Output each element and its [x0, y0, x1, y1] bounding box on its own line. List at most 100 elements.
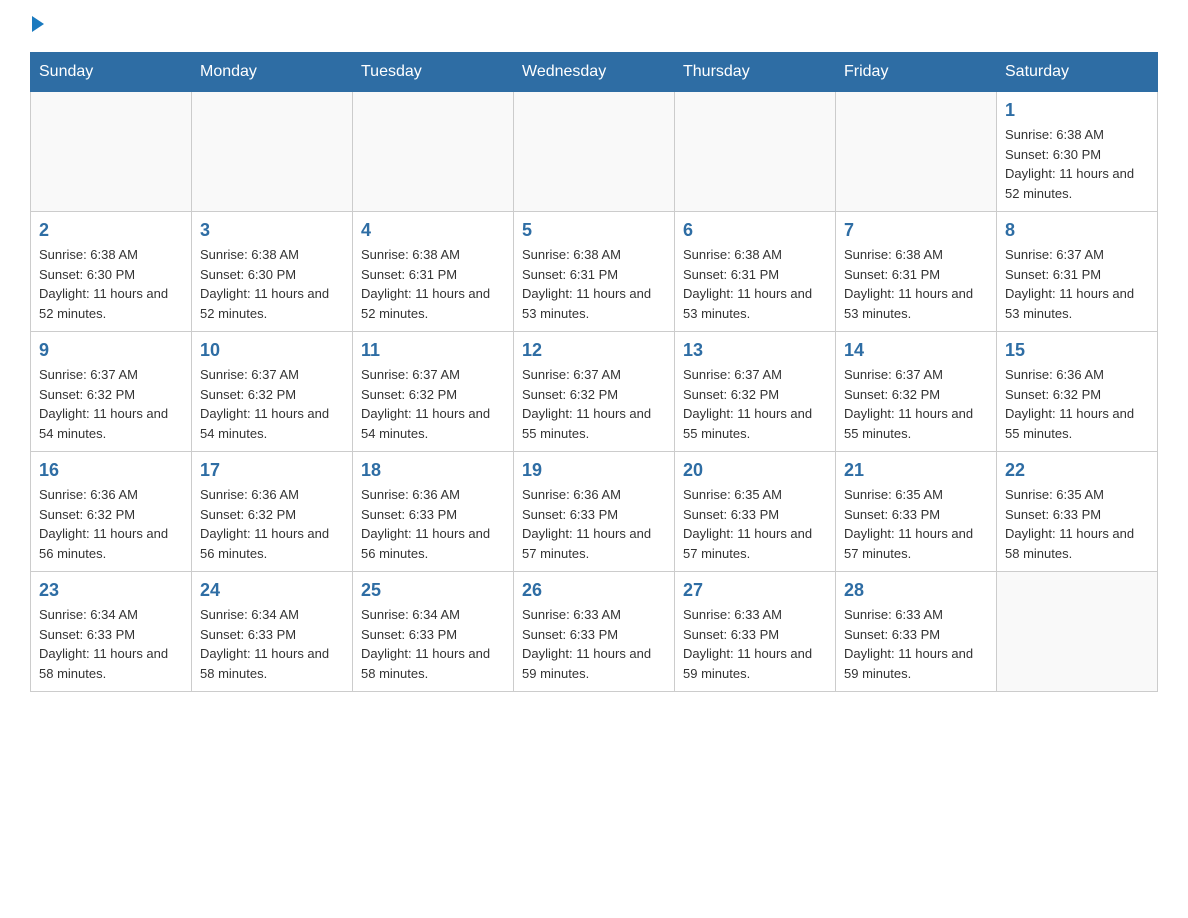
calendar-day-cell: 27Sunrise: 6:33 AM Sunset: 6:33 PM Dayli… [675, 572, 836, 692]
day-of-week-header: Thursday [675, 53, 836, 92]
day-info: Sunrise: 6:37 AM Sunset: 6:32 PM Dayligh… [844, 365, 988, 443]
day-number: 15 [1005, 340, 1149, 361]
day-info: Sunrise: 6:36 AM Sunset: 6:33 PM Dayligh… [361, 485, 505, 563]
calendar-day-cell [675, 92, 836, 212]
calendar-day-cell: 18 Sunrise: 6:36 AM Sunset: 6:33 PM Dayli… [353, 452, 514, 572]
day-number: 24 [200, 580, 344, 601]
calendar-day-cell: 7 Sunrise: 6:38 AM Sunset: 6:31 PM Daylig… [836, 212, 997, 332]
day-info: Sunrise: 6:36 AM Sunset: 6:33 PM Dayligh… [522, 485, 666, 563]
day-number: 17 [200, 460, 344, 481]
calendar-header-row: SundayMondayTuesdayWednesdayThursdayFrid… [31, 53, 1158, 92]
day-info: Sunrise: 6:37 AM Sunset: 6:32 PM Dayligh… [200, 365, 344, 443]
day-number: 26 [522, 580, 666, 601]
day-number: 20 [683, 460, 827, 481]
day-info: Sunrise: 6:35 AM Sunset: 6:33 PM Dayligh… [1005, 485, 1149, 563]
calendar-day-cell: 28 Sunrise: 6:33 AM Sunset: 6:33 PM Dayli… [836, 572, 997, 692]
day-info: Sunrise: 6:37 AM Sunset: 6:32 PM Dayligh… [522, 365, 666, 443]
day-number: 12 [522, 340, 666, 361]
day-number: 28 [844, 580, 988, 601]
calendar-day-cell: 8 Sunrise: 6:37 AM Sunset: 6:31 PM Daylig… [997, 212, 1158, 332]
calendar-week-row: 9 Sunrise: 6:37 AM Sunset: 6:32 PM Daylig… [31, 332, 1158, 452]
day-number: 14 [844, 340, 988, 361]
day-number: 23 [39, 580, 183, 601]
day-number: 6 [683, 220, 827, 241]
calendar-day-cell [836, 92, 997, 212]
day-number: 7 [844, 220, 988, 241]
calendar-day-cell [353, 92, 514, 212]
calendar-day-cell: 15 Sunrise: 6:36 AM Sunset: 6:32 PM Dayli… [997, 332, 1158, 452]
day-info: Sunrise: 6:36 AM Sunset: 6:32 PM Dayligh… [200, 485, 344, 563]
calendar-day-cell: 10 Sunrise: 6:37 AM Sunset: 6:32 PM Dayli… [192, 332, 353, 452]
day-info: Sunrise: 6:38 AM Sunset: 6:31 PM Dayligh… [361, 245, 505, 323]
day-info: Sunrise: 6:33 AM Sunset: 6:33 PM Dayligh… [522, 605, 666, 683]
day-number: 19 [522, 460, 666, 481]
calendar-day-cell: 20 Sunrise: 6:35 AM Sunset: 6:33 PM Dayli… [675, 452, 836, 572]
day-info: Sunrise: 6:38 AM Sunset: 6:30 PM Dayligh… [200, 245, 344, 323]
day-number: 8 [1005, 220, 1149, 241]
calendar-day-cell: 11Sunrise: 6:37 AM Sunset: 6:32 PM Dayli… [353, 332, 514, 452]
day-of-week-header: Friday [836, 53, 997, 92]
calendar-week-row: 23 Sunrise: 6:34 AM Sunset: 6:33 PM Dayli… [31, 572, 1158, 692]
day-number: 2 [39, 220, 183, 241]
calendar-day-cell: 23 Sunrise: 6:34 AM Sunset: 6:33 PM Dayli… [31, 572, 192, 692]
calendar-day-cell: 17 Sunrise: 6:36 AM Sunset: 6:32 PM Dayli… [192, 452, 353, 572]
day-info: Sunrise: 6:36 AM Sunset: 6:32 PM Dayligh… [39, 485, 183, 563]
calendar-table: SundayMondayTuesdayWednesdayThursdayFrid… [30, 52, 1158, 692]
page-header [30, 20, 1158, 32]
day-info: Sunrise: 6:33 AM Sunset: 6:33 PM Dayligh… [844, 605, 988, 683]
calendar-day-cell: 21 Sunrise: 6:35 AM Sunset: 6:33 PM Dayli… [836, 452, 997, 572]
day-info: Sunrise: 6:36 AM Sunset: 6:32 PM Dayligh… [1005, 365, 1149, 443]
calendar-week-row: 2 Sunrise: 6:38 AM Sunset: 6:30 PM Daylig… [31, 212, 1158, 332]
calendar-day-cell: 14 Sunrise: 6:37 AM Sunset: 6:32 PM Dayli… [836, 332, 997, 452]
day-number: 9 [39, 340, 183, 361]
day-info: Sunrise: 6:34 AM Sunset: 6:33 PM Dayligh… [200, 605, 344, 683]
day-info: Sunrise: 6:35 AM Sunset: 6:33 PM Dayligh… [683, 485, 827, 563]
day-number: 3 [200, 220, 344, 241]
day-number: 16 [39, 460, 183, 481]
logo [30, 20, 44, 32]
calendar-day-cell: 13 Sunrise: 6:37 AM Sunset: 6:32 PM Dayli… [675, 332, 836, 452]
calendar-day-cell: 6 Sunrise: 6:38 AM Sunset: 6:31 PM Daylig… [675, 212, 836, 332]
calendar-day-cell: 3 Sunrise: 6:38 AM Sunset: 6:30 PM Daylig… [192, 212, 353, 332]
day-number: 4 [361, 220, 505, 241]
day-info: Sunrise: 6:38 AM Sunset: 6:30 PM Dayligh… [1005, 125, 1149, 203]
day-number: 18 [361, 460, 505, 481]
day-info: Sunrise: 6:34 AM Sunset: 6:33 PM Dayligh… [39, 605, 183, 683]
calendar-day-cell [514, 92, 675, 212]
day-number: 13 [683, 340, 827, 361]
calendar-day-cell: 4 Sunrise: 6:38 AM Sunset: 6:31 PM Daylig… [353, 212, 514, 332]
logo-arrow-icon [32, 16, 44, 32]
day-number: 10 [200, 340, 344, 361]
day-info: Sunrise: 6:35 AM Sunset: 6:33 PM Dayligh… [844, 485, 988, 563]
day-number: 21 [844, 460, 988, 481]
calendar-day-cell: 12 Sunrise: 6:37 AM Sunset: 6:32 PM Dayli… [514, 332, 675, 452]
day-number: 25 [361, 580, 505, 601]
calendar-day-cell: 26 Sunrise: 6:33 AM Sunset: 6:33 PM Dayli… [514, 572, 675, 692]
day-info: Sunrise: 6:34 AM Sunset: 6:33 PM Dayligh… [361, 605, 505, 683]
day-of-week-header: Sunday [31, 53, 192, 92]
calendar-day-cell [192, 92, 353, 212]
calendar-day-cell: 24 Sunrise: 6:34 AM Sunset: 6:33 PM Dayli… [192, 572, 353, 692]
day-number: 11 [361, 340, 505, 361]
calendar-day-cell [31, 92, 192, 212]
day-info: Sunrise: 6:38 AM Sunset: 6:30 PM Dayligh… [39, 245, 183, 323]
day-number: 27 [683, 580, 827, 601]
calendar-day-cell: 25 Sunrise: 6:34 AM Sunset: 6:33 PM Dayli… [353, 572, 514, 692]
calendar-day-cell: 2 Sunrise: 6:38 AM Sunset: 6:30 PM Daylig… [31, 212, 192, 332]
calendar-day-cell: 9Sunrise: 6:37 AM Sunset: 6:32 PM Daylig… [31, 332, 192, 452]
day-info: Sunrise: 6:38 AM Sunset: 6:31 PM Dayligh… [683, 245, 827, 323]
calendar-day-cell [997, 572, 1158, 692]
calendar-day-cell: 16 Sunrise: 6:36 AM Sunset: 6:32 PM Dayli… [31, 452, 192, 572]
calendar-day-cell: 22Sunrise: 6:35 AM Sunset: 6:33 PM Dayli… [997, 452, 1158, 572]
day-info: Sunrise: 6:37 AM Sunset: 6:31 PM Dayligh… [1005, 245, 1149, 323]
calendar-day-cell: 1 Sunrise: 6:38 AM Sunset: 6:30 PM Daylig… [997, 92, 1158, 212]
day-info: Sunrise: 6:37 AM Sunset: 6:32 PM Dayligh… [683, 365, 827, 443]
day-of-week-header: Tuesday [353, 53, 514, 92]
day-of-week-header: Monday [192, 53, 353, 92]
calendar-day-cell: 5Sunrise: 6:38 AM Sunset: 6:31 PM Daylig… [514, 212, 675, 332]
calendar-day-cell: 19 Sunrise: 6:36 AM Sunset: 6:33 PM Dayli… [514, 452, 675, 572]
day-info: Sunrise: 6:38 AM Sunset: 6:31 PM Dayligh… [844, 245, 988, 323]
day-of-week-header: Wednesday [514, 53, 675, 92]
day-number: 1 [1005, 100, 1149, 121]
calendar-week-row: 16 Sunrise: 6:36 AM Sunset: 6:32 PM Dayli… [31, 452, 1158, 572]
